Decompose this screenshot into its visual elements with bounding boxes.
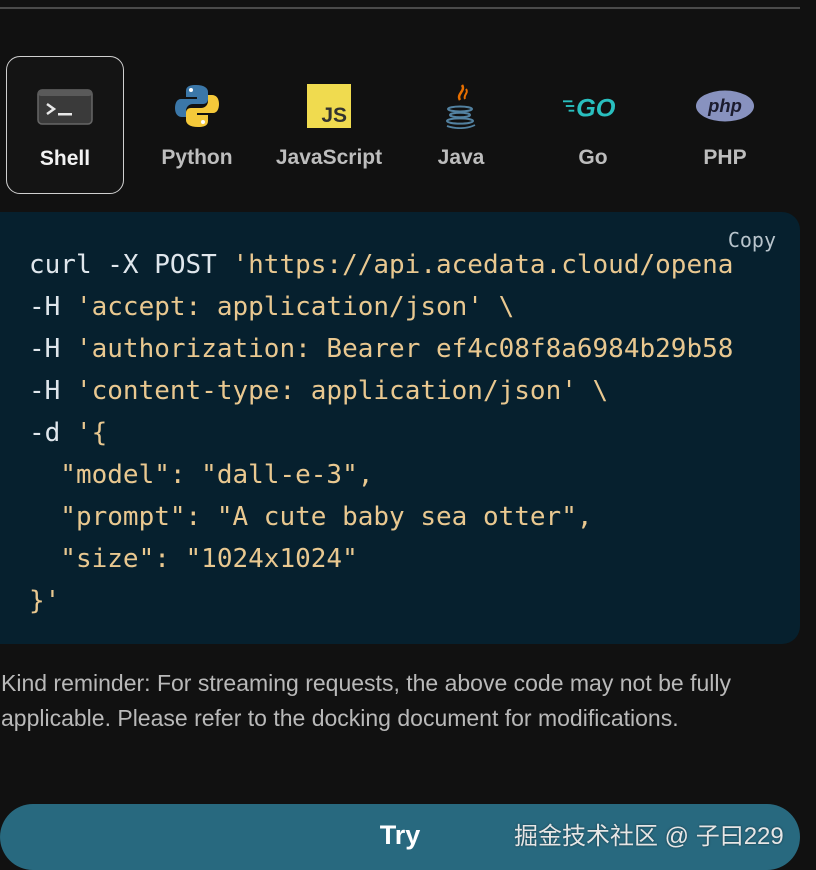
code-line: "size": "1024x1024" — [29, 544, 358, 574]
code-flag: -d — [29, 418, 76, 448]
watermark: 掘金技术社区 @ 子曰229 — [514, 823, 784, 850]
code-line: -d '{ — [29, 412, 733, 454]
tab-label: Go — [578, 146, 608, 169]
code-line: curl -X POST 'https://api.acedata.cloud/… — [29, 244, 733, 286]
code-panel: Copy curl -X POST 'https://api.acedata.c… — [0, 212, 800, 644]
code-line: "prompt": "A cute baby sea otter", — [29, 502, 593, 532]
java-icon — [431, 82, 491, 130]
tab-python[interactable]: Python — [138, 56, 256, 194]
code-line: -H 'authorization: Bearer ef4c08f8a6984b… — [29, 328, 733, 370]
language-tabs: Shell Python JS JavaScript Java GO Go ph… — [6, 56, 796, 196]
code-flag: -H — [29, 376, 76, 406]
php-icon: php — [695, 82, 755, 130]
code-line: -H 'accept: application/json' \ — [29, 286, 733, 328]
tab-label: Java — [437, 146, 485, 169]
code-block: curl -X POST 'https://api.acedata.cloud/… — [29, 244, 733, 622]
tab-php[interactable]: php PHP — [666, 56, 784, 194]
tab-go[interactable]: GO Go — [534, 56, 652, 194]
go-icon: GO — [563, 82, 623, 130]
reminder-text: Kind reminder: For streaming requests, t… — [1, 670, 731, 731]
tab-shell[interactable]: Shell — [6, 56, 124, 194]
code-text: 'https://api.acedata.cloud/opena — [232, 250, 734, 280]
svg-text:GO: GO — [576, 94, 616, 121]
svg-text:php: php — [707, 95, 742, 116]
code-flag: -H — [29, 292, 76, 322]
terminal-icon — [35, 83, 95, 131]
tab-java[interactable]: Java — [402, 56, 520, 194]
code-flag: -H — [29, 334, 76, 364]
code-text: 'authorization: Bearer ef4c08f8a6984b29b… — [75, 334, 734, 364]
code-text: '{ — [75, 418, 108, 448]
python-icon — [167, 82, 227, 130]
javascript-icon: JS — [299, 82, 359, 130]
code-line: }' — [29, 586, 61, 616]
code-line: -H 'content-type: application/json' \ — [29, 370, 733, 412]
tab-label: JavaScript — [275, 146, 383, 169]
code-text: 'content-type: application/json' \ — [75, 376, 609, 406]
svg-text:JS: JS — [321, 104, 347, 127]
code-command: curl -X POST — [29, 250, 233, 280]
tab-javascript[interactable]: JS JavaScript — [270, 56, 388, 194]
top-divider — [0, 7, 800, 9]
code-line: "model": "dall-e-3", — [29, 460, 374, 490]
tab-label: Shell — [39, 147, 91, 170]
tab-label: PHP — [703, 146, 747, 169]
code-text: 'accept: application/json' \ — [75, 292, 515, 322]
tab-label: Python — [161, 146, 233, 169]
copy-button[interactable]: Copy — [728, 228, 776, 252]
